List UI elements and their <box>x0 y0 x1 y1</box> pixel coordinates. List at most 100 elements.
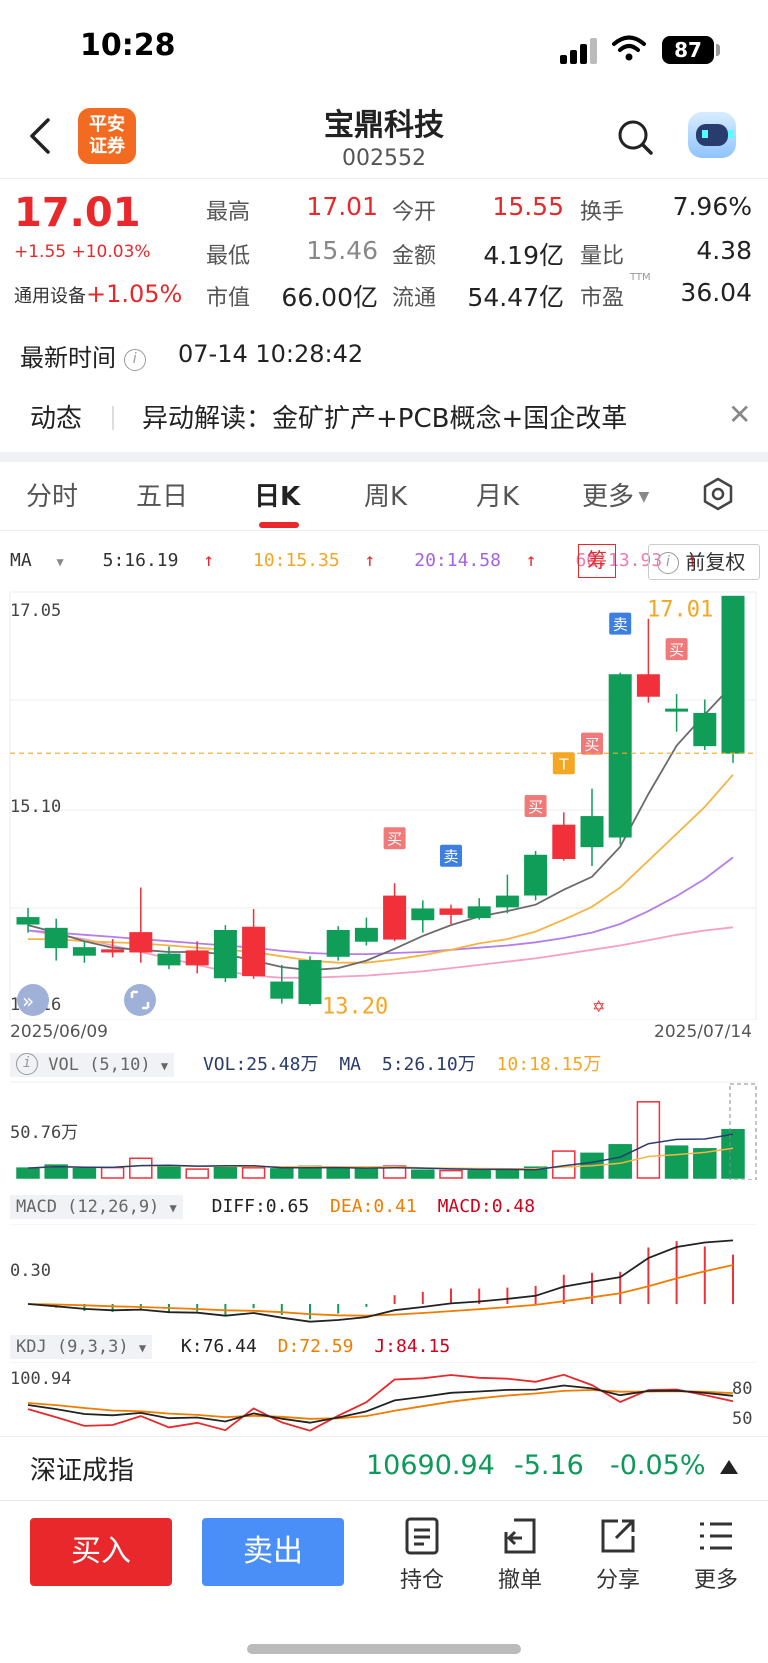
stat-value: 54.47亿 <box>467 283 564 312</box>
candle-body <box>439 908 463 915</box>
volume-bar <box>100 1166 125 1179</box>
ma20-value: 20:14.58 ↑ <box>414 550 537 571</box>
volume-bar <box>326 1167 350 1179</box>
kdj-d: D:72.59 <box>277 1336 354 1357</box>
candle-body <box>524 854 548 896</box>
event-star-icon: ✡ <box>592 997 605 1016</box>
info-icon[interactable]: i <box>123 349 146 371</box>
sector-info[interactable]: 通用设备+1.05% <box>14 280 182 308</box>
kline-chart[interactable]: 17.05 15.10 13.16 买卖买T买卖买买 17.01 13.20 »… <box>0 590 768 1020</box>
trade-marker-text: 买 <box>669 641 684 659</box>
current-price: 17.01 <box>14 190 141 236</box>
y-axis-max: 17.05 <box>10 601 61 621</box>
stat-value: 36.04 <box>680 278 752 307</box>
volume-chart[interactable]: 50.76万 <box>0 1080 768 1180</box>
volume-bar <box>495 1168 520 1179</box>
menu-icon <box>700 1522 732 1550</box>
index-change-pct: -0.05% <box>610 1450 706 1481</box>
volume-ma5: 5:26.10万 <box>381 1054 476 1075</box>
candle-body <box>608 674 632 838</box>
tab-more[interactable]: 更多 ▼ <box>582 476 649 513</box>
date-start: 2025/06/09 <box>10 1022 108 1042</box>
kdj-chart[interactable]: 100.94 80 50 <box>0 1362 768 1436</box>
sector-name: 通用设备 <box>14 286 86 307</box>
stat-value: 15.46 <box>306 236 378 265</box>
trade-marker-text: 买 <box>584 736 599 754</box>
candle-body <box>552 824 576 859</box>
news-label: 动态 <box>30 404 83 434</box>
fullscreen-icon[interactable] <box>124 984 156 1016</box>
sell-button[interactable]: 卖出 <box>202 1518 344 1586</box>
assistant-robot-icon[interactable] <box>688 112 736 158</box>
info-icon: i <box>16 1053 38 1075</box>
tab-weekly-k[interactable]: 周K <box>364 476 407 513</box>
volume-bar <box>411 1169 435 1179</box>
period-low-label: 13.20 <box>322 995 388 1020</box>
candle-body <box>72 947 96 956</box>
divider <box>0 1500 768 1501</box>
candle-body <box>326 929 350 957</box>
search-icon[interactable] <box>616 118 654 156</box>
index-value: 10690.94 <box>366 1450 495 1481</box>
macd-value: MACD:0.48 <box>437 1196 536 1217</box>
cancel-order-label: 撤单 <box>497 1568 542 1593</box>
tab-monthly-k[interactable]: 月K <box>476 476 519 513</box>
news-headline[interactable]: 异动解读：金矿扩产+PCB概念+国企改革 <box>142 398 627 435</box>
kdj-k: K:76.44 <box>180 1336 257 1357</box>
trade-marker-text: T <box>558 755 569 773</box>
macd-chart[interactable]: 0.30 <box>0 1224 768 1334</box>
info-icon: i <box>657 552 679 574</box>
candle-body <box>693 712 717 747</box>
more-button[interactable]: 更多 <box>676 1516 756 1594</box>
kdj-ref-50: 50 <box>732 1409 752 1429</box>
candle-body <box>467 906 491 919</box>
macd-y-label: 0.30 <box>10 1261 51 1281</box>
stat-label: 最低 <box>206 244 251 269</box>
volume-indicator-select[interactable]: i VOL (5,10) ▼ <box>10 1053 175 1077</box>
macd-indicator-select[interactable]: MACD (12,26,9) ▼ <box>10 1195 183 1219</box>
volume-bar <box>241 1167 266 1179</box>
candle-body <box>44 927 68 949</box>
volume-bar <box>439 1169 463 1179</box>
latest-time: 07-14 10:28:42 <box>178 340 364 368</box>
candle-body <box>383 895 407 940</box>
candle-body <box>129 932 153 953</box>
period-high-label: 17.01 <box>647 597 713 622</box>
expand-up-icon[interactable] <box>720 1460 738 1474</box>
kdj-indicator-select[interactable]: KDJ (9,3,3) ▼ <box>10 1335 153 1359</box>
buy-button[interactable]: 买入 <box>30 1518 172 1586</box>
candle-body <box>157 953 181 966</box>
battery-icon: 87 <box>662 36 714 64</box>
volume-y-label: 50.76万 <box>10 1123 78 1143</box>
share-label: 分享 <box>595 1568 640 1593</box>
volume-bar <box>467 1170 491 1179</box>
macd-legend: MACD (12,26,9) ▼ DIFF:0.65 DEA:0.41 MACD… <box>10 1195 536 1219</box>
share-button[interactable]: 分享 <box>578 1516 658 1594</box>
stat-value: 17.01 <box>306 192 378 221</box>
gear-icon[interactable] <box>700 476 736 512</box>
cancel-order-button[interactable]: 撤单 <box>480 1516 560 1594</box>
candle-body <box>101 949 125 953</box>
stat-value: 4.38 <box>696 236 752 265</box>
holdings-button[interactable]: 持仓 <box>382 1516 462 1594</box>
tab-daily-k[interactable]: 日K <box>254 476 300 513</box>
volume-bar <box>270 1168 294 1179</box>
undo-icon <box>504 1518 536 1554</box>
tab-timeshare[interactable]: 分时 <box>26 476 78 513</box>
candle-body <box>721 595 745 754</box>
sector-change: +1.05% <box>86 280 183 308</box>
kdj-line <box>27 1373 734 1432</box>
chip-distribution-button[interactable]: 筹 <box>578 544 616 578</box>
index-name: 深证成指 <box>30 1456 135 1486</box>
stat-label: 最高 <box>206 200 251 225</box>
candle-body <box>411 908 435 921</box>
volume-bar <box>185 1168 209 1179</box>
tab-five-day[interactable]: 五日 <box>136 476 188 513</box>
tab-more-label: 更多 <box>582 482 635 512</box>
volume-value: VOL:25.48万 <box>202 1054 319 1075</box>
candle-body <box>213 929 237 979</box>
close-icon[interactable]: ✕ <box>728 398 751 431</box>
ma-label[interactable]: MA ▼ <box>10 550 78 571</box>
section-gap <box>0 452 768 462</box>
adjust-mode-button[interactable]: i 前复权 <box>648 544 760 580</box>
